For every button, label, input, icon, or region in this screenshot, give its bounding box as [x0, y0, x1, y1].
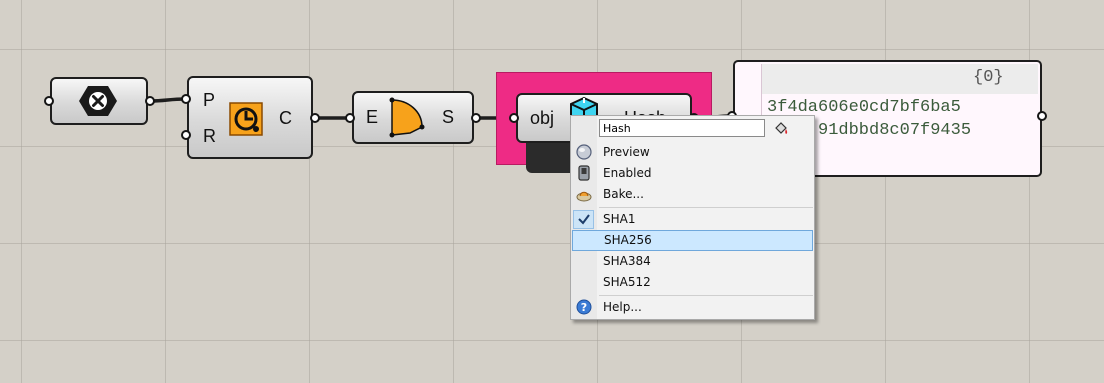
s-output-grip[interactable] [471, 113, 481, 123]
help-label: Help... [603, 300, 642, 314]
wires [149, 97, 729, 120]
menu-item-enabled[interactable]: Enabled [571, 163, 814, 184]
enabled-label: Enabled [603, 166, 652, 180]
check-icon [578, 214, 590, 225]
sha256-label: SHA256 [604, 233, 652, 247]
orange-shape-icon [389, 97, 425, 138]
bake-icon [576, 191, 592, 202]
sha384-label: SHA384 [603, 254, 651, 268]
menu-item-bake[interactable]: Bake... [571, 184, 814, 205]
name-field[interactable] [599, 119, 765, 137]
clear-input-grip[interactable] [44, 96, 54, 106]
input-obj-label: obj [530, 108, 555, 128]
paint-bucket-icon[interactable] [773, 121, 789, 137]
c-output-grip[interactable] [310, 113, 320, 123]
clear-component[interactable] [50, 77, 148, 125]
menu-item-sha512[interactable]: SHA512 [571, 272, 814, 293]
panel-line-2: 91dbbd8c07f9435 [818, 121, 972, 140]
context-menu[interactable]: Preview Enabled Bake... SHA1 SHA256 SHA3… [570, 115, 815, 320]
p-input-grip[interactable] [181, 94, 191, 104]
input-r-label: R [203, 126, 216, 146]
output-s-label: S [442, 107, 455, 127]
obj-input-grip[interactable] [509, 113, 519, 123]
r-input-grip[interactable] [181, 130, 191, 140]
component-shadow [526, 140, 576, 173]
bake-label: Bake... [603, 187, 644, 201]
menu-item-help[interactable]: ? Help... [571, 297, 814, 318]
menu-separator [599, 207, 813, 208]
e-input-grip[interactable] [345, 113, 355, 123]
x-hexagon-icon [79, 86, 117, 116]
menu-item-sha256[interactable]: SHA256 [572, 230, 813, 251]
help-icon: ? [576, 299, 592, 315]
orange-clock-icon [229, 102, 263, 136]
panel-path: {0} [973, 68, 1004, 87]
clock-component[interactable]: P R C [187, 76, 313, 159]
sha1-label: SHA1 [603, 212, 636, 226]
menu-item-preview[interactable]: Preview [571, 142, 814, 163]
svg-text:?: ? [581, 301, 587, 314]
enabled-icon [578, 165, 590, 181]
clear-output-grip[interactable] [145, 96, 155, 106]
input-e-label: E [366, 107, 379, 127]
shape-component[interactable]: E S [352, 91, 474, 144]
output-c-label: C [279, 108, 292, 128]
preview-label: Preview [603, 145, 650, 159]
input-p-label: P [203, 90, 216, 110]
menu-separator [599, 295, 813, 296]
sha512-label: SHA512 [603, 275, 651, 289]
menu-item-sha384[interactable]: SHA384 [571, 251, 814, 272]
panel-output-grip[interactable] [1037, 111, 1047, 121]
menu-item-sha1[interactable]: SHA1 [571, 209, 814, 230]
preview-icon [576, 144, 592, 160]
